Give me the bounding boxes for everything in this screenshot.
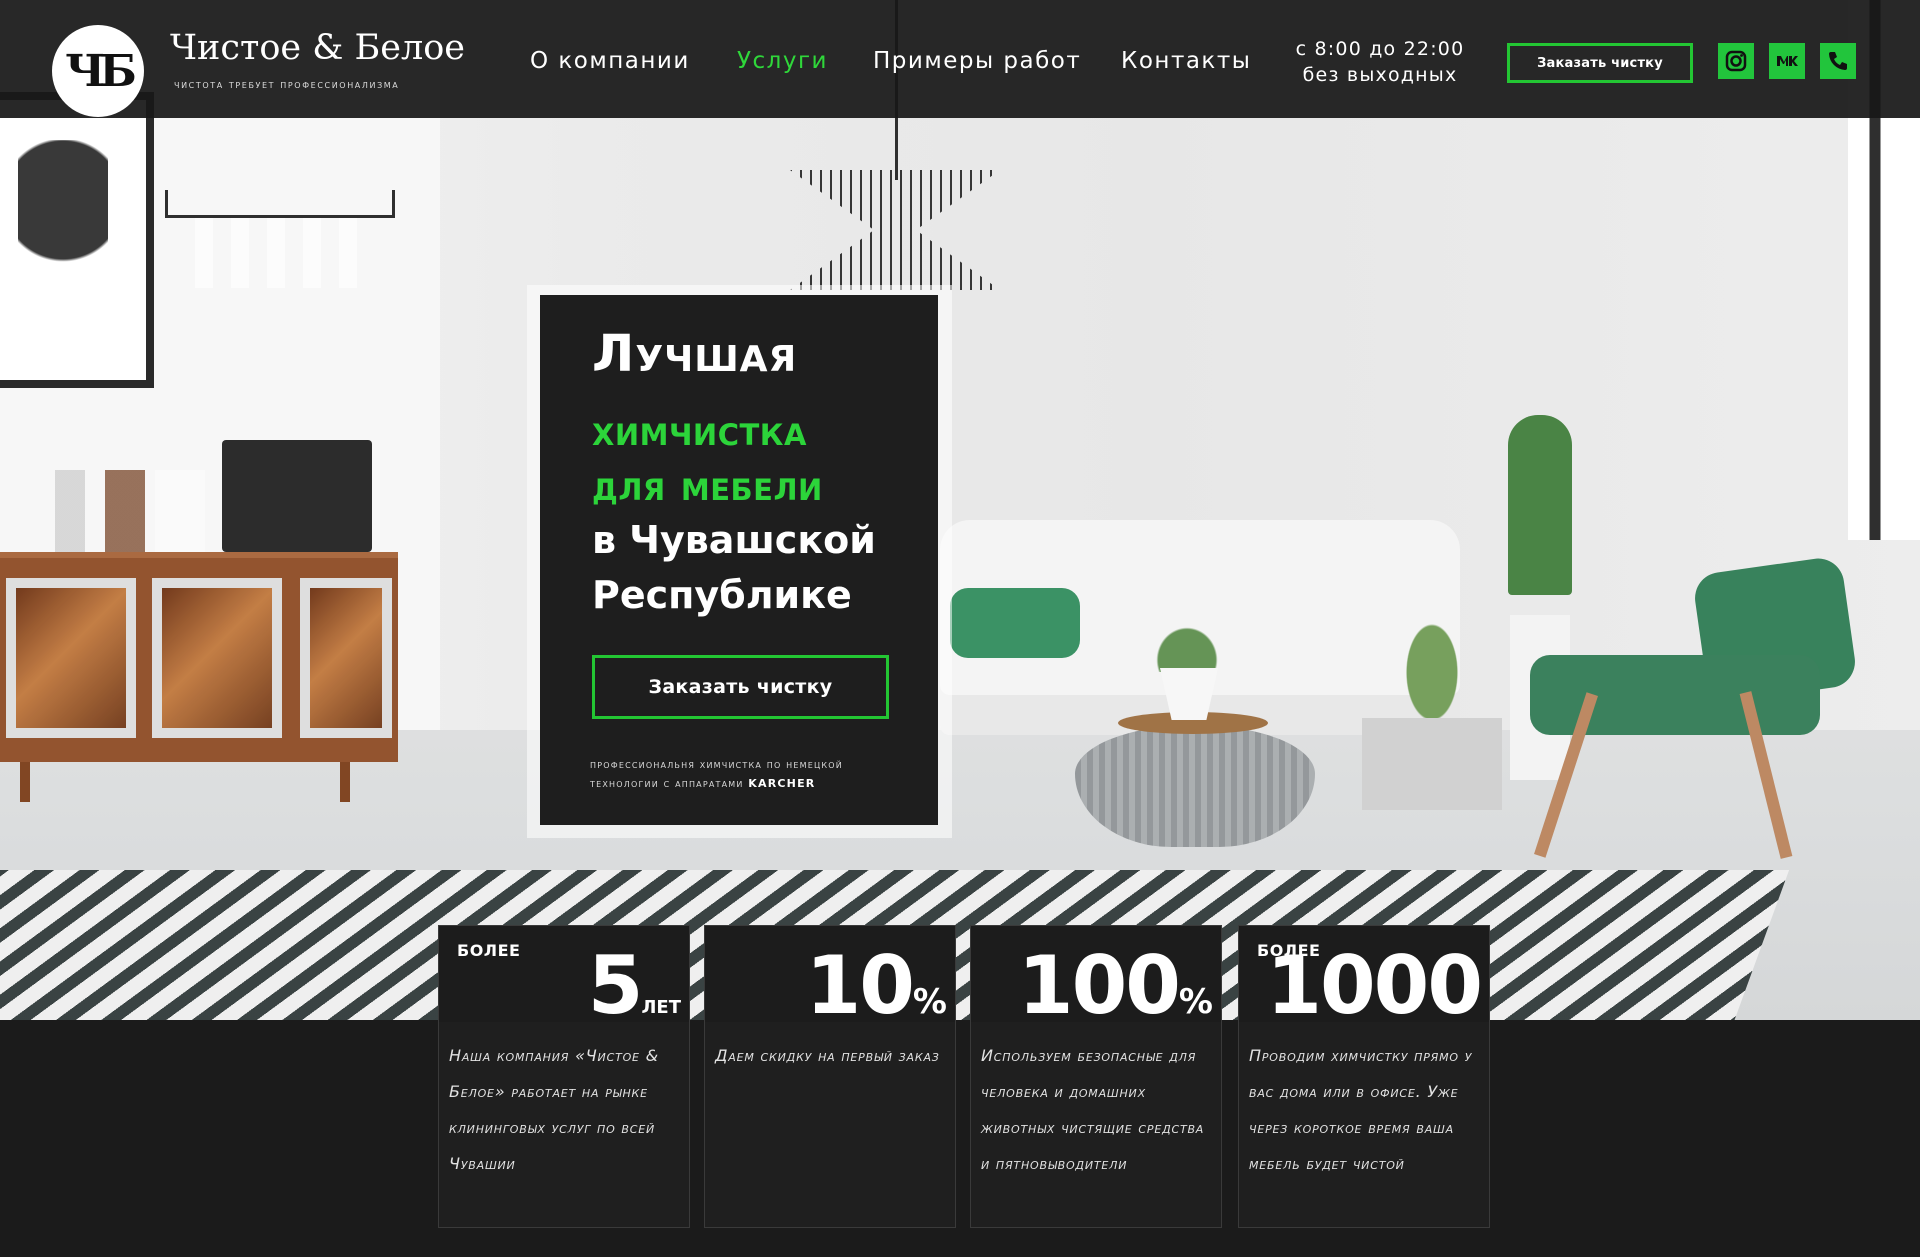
phone-icon[interactable] xyxy=(1820,43,1856,79)
stat-header: более 1000 xyxy=(1239,926,1489,1026)
hero-card: Лучшая химчистка для мебели в Чувашской … xyxy=(540,295,938,825)
stat-value: 1000 xyxy=(1266,946,1483,1042)
photo-overlay xyxy=(0,0,1920,1020)
site-header: ЧБ Чистое & Белое чистота требует профес… xyxy=(0,0,1920,118)
hero-note: профессиональня химчистка по немецкой те… xyxy=(590,755,910,793)
stat-card-discount: 10% Даем скидку на первый заказ xyxy=(704,925,956,1228)
hero-note-brand: KARCHER xyxy=(748,777,816,790)
nav-item-services[interactable]: Услуги xyxy=(737,48,828,74)
stat-unit: лет xyxy=(641,990,681,1019)
stat-header: более 5лет xyxy=(439,926,689,1026)
hero-order-button[interactable]: Заказать чистку xyxy=(592,655,889,719)
hours-time: с 8:00 до 22:00 xyxy=(1295,38,1465,60)
hours-days: без выходных xyxy=(1302,64,1458,86)
hero-note-line1: профессиональня химчистка по немецкой xyxy=(590,758,843,771)
stat-card-onsite: более 1000 Проводим химчистку прямо у ва… xyxy=(1238,925,1490,1228)
header-order-button[interactable]: Заказать чистку xyxy=(1507,43,1693,83)
stat-number: 1000 xyxy=(1266,939,1483,1032)
stat-prefix: более xyxy=(457,936,521,962)
stat-description: Наша компания «Чистое & Белое» работает … xyxy=(449,1046,659,1173)
hero-region-line1: в Чувашской xyxy=(592,518,876,562)
stat-card-experience: более 5лет Наша компания «Чистое & Белое… xyxy=(438,925,690,1228)
hero-background-photo xyxy=(0,0,1920,1020)
stat-card-safety: 100% Используем безопасные для человека … xyxy=(970,925,1222,1228)
stat-number: 5 xyxy=(587,939,644,1032)
brand-tagline: чистота требует профессионализма xyxy=(174,78,400,91)
hero-title: Лучшая xyxy=(592,325,798,384)
stat-value: 5лет xyxy=(588,946,681,1045)
hero-region-line2: Республике xyxy=(592,573,852,617)
stat-description: Даем скидку на первый заказ xyxy=(715,1046,940,1065)
nav-item-portfolio[interactable]: Примеры работ xyxy=(873,48,1081,74)
stat-description: Проводим химчистку прямо у вас дома или … xyxy=(1249,1046,1473,1173)
working-hours: с 8:00 до 22:00 без выходных xyxy=(1290,36,1470,88)
vk-icon[interactable] xyxy=(1769,43,1805,79)
stat-number: 100 xyxy=(1017,939,1181,1032)
stat-description: Используем безопасные для человека и дом… xyxy=(981,1046,1205,1173)
instagram-icon[interactable] xyxy=(1718,43,1754,79)
stat-unit: % xyxy=(912,982,947,1022)
stat-header: 100% xyxy=(971,926,1221,1026)
nav-item-about[interactable]: О компании xyxy=(530,48,690,74)
stats-band xyxy=(0,1020,1920,1257)
hero-note-line2: технологии с аппаратами KARCHER xyxy=(590,774,910,793)
logo[interactable]: ЧБ xyxy=(52,25,144,117)
hero-highlight-line2: для мебели xyxy=(592,461,823,510)
hero-note-prefix: технологии с аппаратами xyxy=(590,777,749,790)
logo-monogram: ЧБ xyxy=(65,45,137,97)
hero-highlight: химчистка для мебели xyxy=(592,403,823,513)
stat-header: 10% xyxy=(705,926,955,1026)
stat-value: 10% xyxy=(806,946,947,1042)
brand-name: Чистое & Белое xyxy=(170,28,465,68)
stat-unit: % xyxy=(1178,982,1213,1022)
hero-region: в Чувашской Республике xyxy=(592,513,876,623)
stat-value: 100% xyxy=(1018,946,1213,1042)
stat-number: 10 xyxy=(805,939,915,1032)
hero-highlight-line1: химчистка xyxy=(592,406,807,455)
nav-item-contacts[interactable]: Контакты xyxy=(1121,48,1251,74)
